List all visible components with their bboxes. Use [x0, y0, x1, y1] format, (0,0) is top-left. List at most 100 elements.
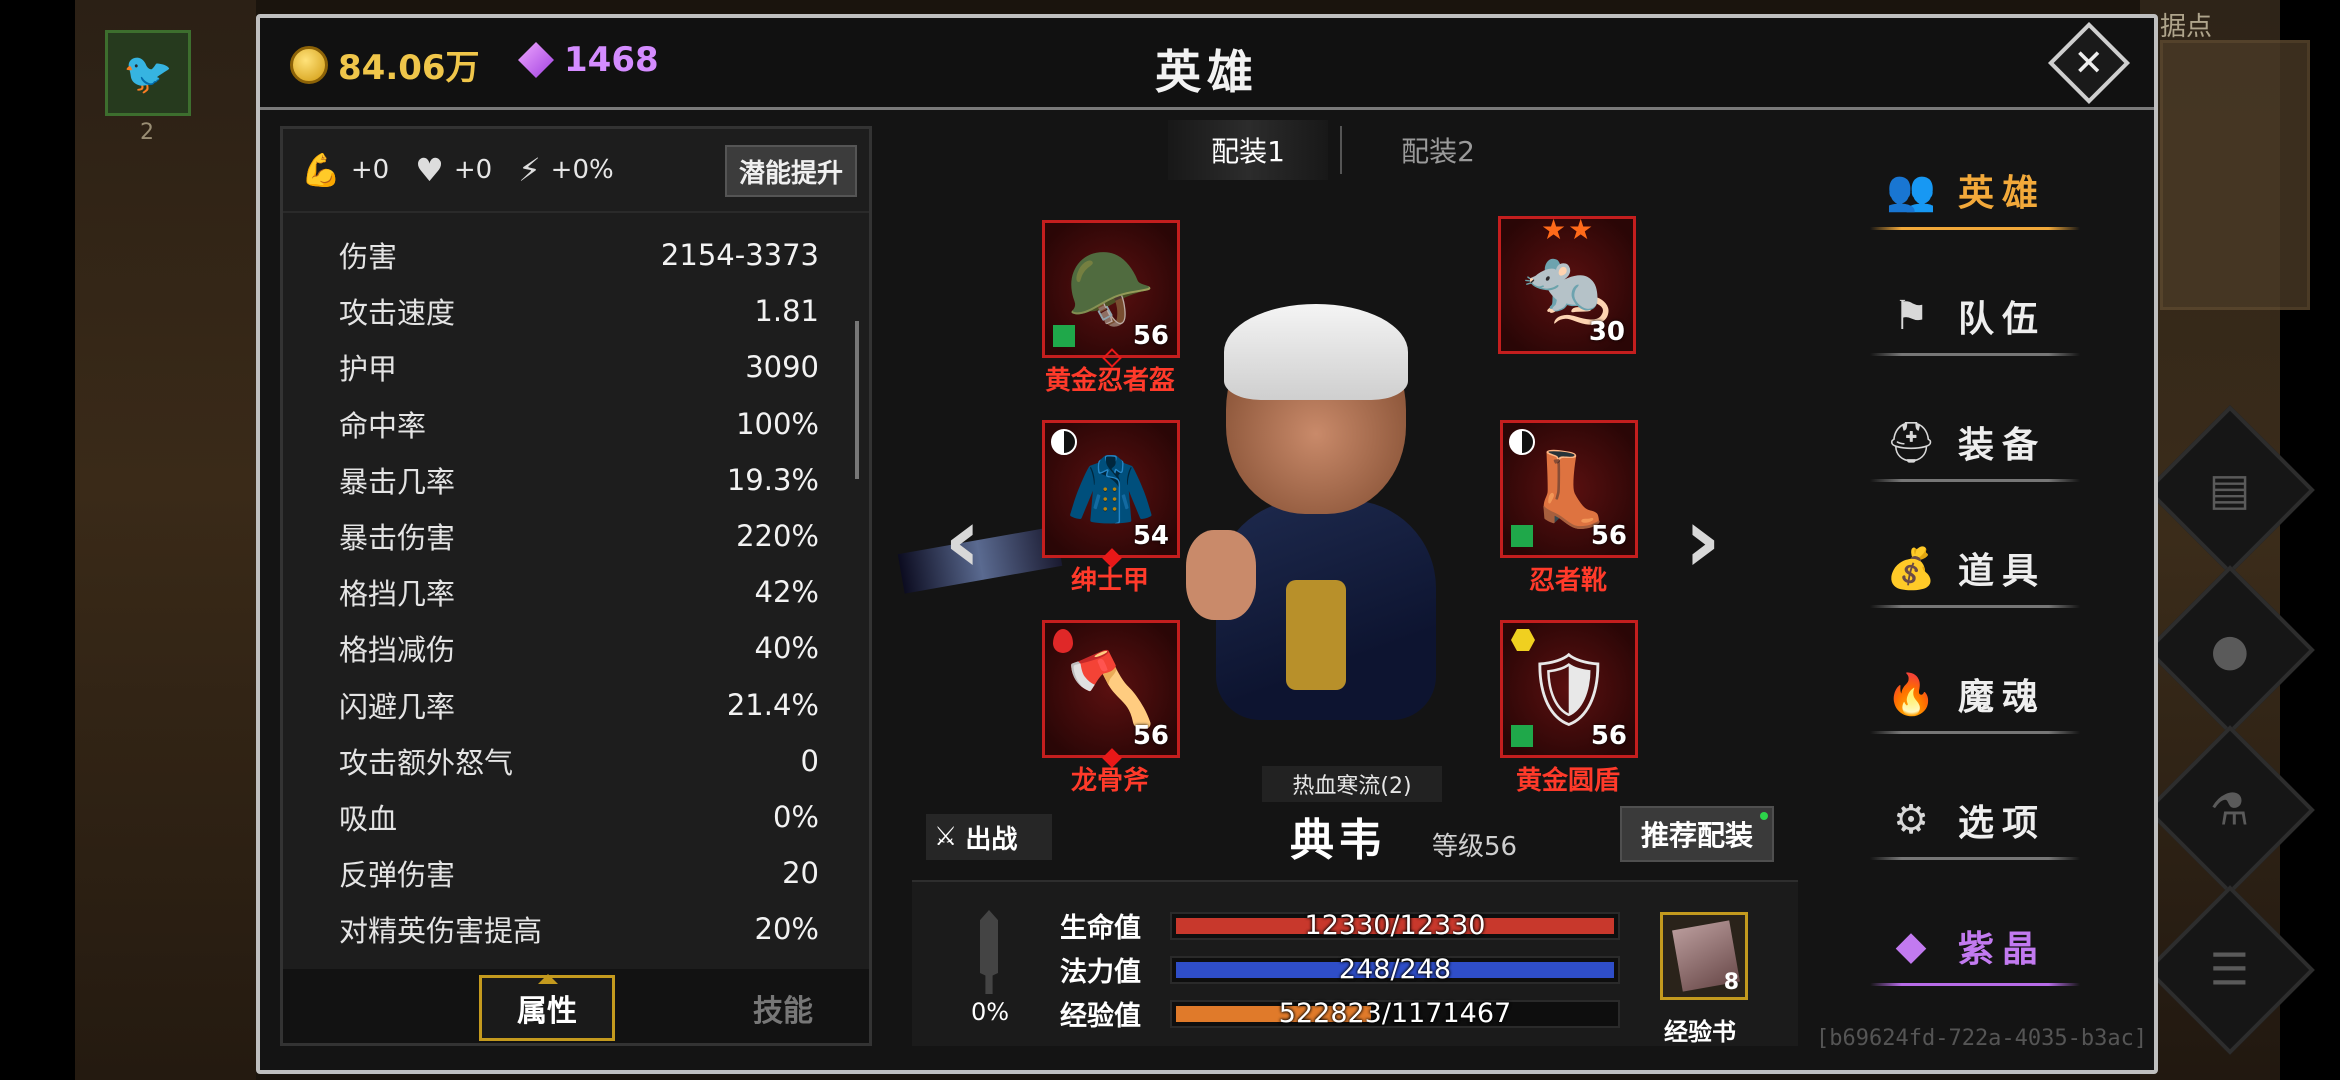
sortie-button[interactable]: ⚔ 出战	[926, 814, 1052, 860]
menu-underline	[1870, 353, 2080, 356]
boots-slot[interactable]: 👢 56	[1500, 420, 1638, 558]
menu-item-hero[interactable]: 👥 英雄	[1870, 148, 2080, 232]
loadout-tabs: 配装1 配装2	[1168, 120, 1748, 180]
stat-row: 暴击几率 19.3%	[339, 452, 819, 508]
energy-bonus-value: +0%	[550, 155, 614, 185]
people-icon: ●	[2210, 624, 2250, 676]
lightning-icon: ⚡	[518, 151, 541, 189]
close-icon: ✕	[2073, 42, 2105, 84]
bird-item-slot[interactable]: 🐦	[105, 30, 191, 116]
armor-name: 绅士甲	[1070, 566, 1149, 596]
menu-item-options[interactable]: ⚙ 选项	[1870, 778, 2080, 862]
stat-row: 暴击伤害 220%	[339, 508, 819, 564]
people-icon: 👥	[1886, 167, 1936, 214]
sword-icon	[980, 910, 998, 994]
menu-item-items[interactable]: 💰 道具	[1870, 526, 2080, 610]
bag-icon: 💰	[1886, 545, 1936, 592]
menu-item-label: 魔魂	[1958, 677, 2047, 718]
stat-row: 攻击速度 1.81	[339, 283, 819, 339]
status-bar-value: 248/248	[1338, 953, 1452, 985]
status-bar-label: 经验值	[1060, 1001, 1141, 1032]
exp-book-label: 经验书	[1664, 1018, 1736, 1046]
stat-row: 攻击额外怒气 0	[339, 733, 819, 789]
shield-slot[interactable]: 🛡 56	[1500, 620, 1638, 758]
menu-item-crystal[interactable]: ◆ 紫晶	[1870, 904, 2080, 988]
helmet-name: 黄金忍者盔	[1044, 366, 1175, 396]
notification-dot	[1760, 812, 1768, 820]
stat-row: 吸血 0%	[339, 789, 819, 845]
status-bar-label: 生命值	[1060, 913, 1141, 944]
stat-row: 反弹伤害 20	[339, 845, 819, 901]
menu-underline	[1870, 227, 2080, 230]
menu-underline	[1870, 731, 2080, 734]
weapon-level: 56	[1132, 721, 1169, 751]
exp-book-item[interactable]: 8	[1660, 912, 1748, 1000]
stat-row: 命中率 100%	[339, 396, 819, 452]
previous-hero-button[interactable]: ‹	[944, 488, 981, 593]
book-badge-icon	[1511, 725, 1533, 747]
shield-level: 56	[1590, 721, 1627, 751]
recommend-loadout-button[interactable]: 推荐配装	[1620, 806, 1774, 862]
bird-item-count: 2	[140, 120, 154, 145]
stat-row: 伤害 2154-3373	[339, 227, 819, 283]
menu-underline	[1870, 983, 2080, 986]
stat-label: 反弹伤害	[339, 858, 456, 893]
stat-list[interactable]: 伤害 2154-3373 攻击速度 1.81 护甲 3090 命中率 100% 暴击几率 19.3…	[339, 227, 819, 957]
list-icon: ☰	[2210, 944, 2250, 996]
flag-icon: ⚑	[1893, 293, 1929, 339]
menu-item-equipment[interactable]: ⛑ 装备	[1870, 400, 2080, 484]
tab-skills[interactable]: 技能	[733, 975, 833, 1041]
yin-yang-icon	[1051, 429, 1077, 455]
stat-value: 1.81	[754, 294, 819, 329]
stat-row: 格挡减伤 40%	[339, 620, 819, 676]
stat-label: 暴击几率	[339, 464, 456, 499]
stat-value: 0%	[772, 799, 819, 834]
sortie-label: 出战	[965, 824, 1018, 855]
weapon-slot[interactable]: 🪓 56	[1042, 620, 1180, 768]
stat-value: 2154-3373	[660, 238, 819, 273]
tab-loadout-1[interactable]: 配装1	[1168, 120, 1328, 180]
red-drop-icon	[1053, 629, 1073, 653]
crossed-swords-icon: ⚔	[934, 822, 958, 852]
gear-icon: ⚙	[1893, 797, 1929, 843]
tab-loadout-2[interactable]: 配装2	[1358, 120, 1518, 180]
strength-arm-icon: 💪	[301, 151, 341, 189]
stat-value: 100%	[736, 406, 819, 441]
boots-name: 忍者靴	[1528, 566, 1607, 596]
menu-underline	[1870, 605, 2080, 608]
stat-value: 20	[782, 856, 819, 891]
status-bar-track: 12330/12330	[1170, 909, 1620, 941]
stat-label: 命中率	[339, 408, 427, 443]
menu-item-soul[interactable]: 🔥 魔魂	[1870, 652, 2080, 736]
stat-label: 格挡减伤	[339, 633, 456, 668]
menu-item-label: 装备	[1958, 425, 2047, 466]
chevron-right-icon: ›	[1684, 488, 1722, 593]
session-id: [b69624fd-722a-4035-b3ac]	[1816, 1026, 2148, 1051]
set-bonus-label[interactable]: 热血寒流(2)	[1262, 766, 1442, 802]
stat-value: 0	[800, 743, 819, 778]
stat-label: 暴击伤害	[339, 521, 456, 556]
hero-character[interactable]	[1186, 304, 1456, 750]
stats-scrollbar[interactable]	[855, 321, 859, 479]
menu-item-team[interactable]: ⚑ 队伍	[1870, 274, 2080, 358]
next-hero-button[interactable]: ›	[1684, 488, 1721, 593]
scroll-icon: ▤	[2209, 464, 2251, 516]
star-rating-icon: ★★	[1541, 213, 1596, 246]
status-bar-value: 12330/12330	[1304, 909, 1486, 941]
status-bar-row: 经验值 522823/1171467	[1060, 994, 1620, 1033]
armor-slot[interactable]: 🧥 54	[1042, 420, 1180, 568]
helmet-icon: ⛑	[1885, 419, 1937, 466]
helmet-slot[interactable]: 🪖 56	[1042, 220, 1180, 368]
potential-upgrade-button[interactable]: 潜能提升	[725, 145, 857, 197]
tab-attributes[interactable]: 属性	[479, 974, 615, 1041]
menu-item-label: 道具	[1958, 551, 2047, 592]
rage-meter	[962, 906, 1012, 1010]
stat-value: 40%	[754, 631, 819, 666]
yin-yang-icon	[1509, 429, 1535, 455]
stat-label: 护甲	[339, 352, 398, 387]
minimap[interactable]	[2160, 40, 2310, 310]
pet-slot[interactable]: 🐀 ★★ 30	[1498, 213, 1636, 354]
strength-bonus-value: +0	[350, 155, 390, 185]
status-bar-value: 522823/1171467	[1278, 997, 1512, 1029]
game-background-left	[0, 0, 256, 1080]
